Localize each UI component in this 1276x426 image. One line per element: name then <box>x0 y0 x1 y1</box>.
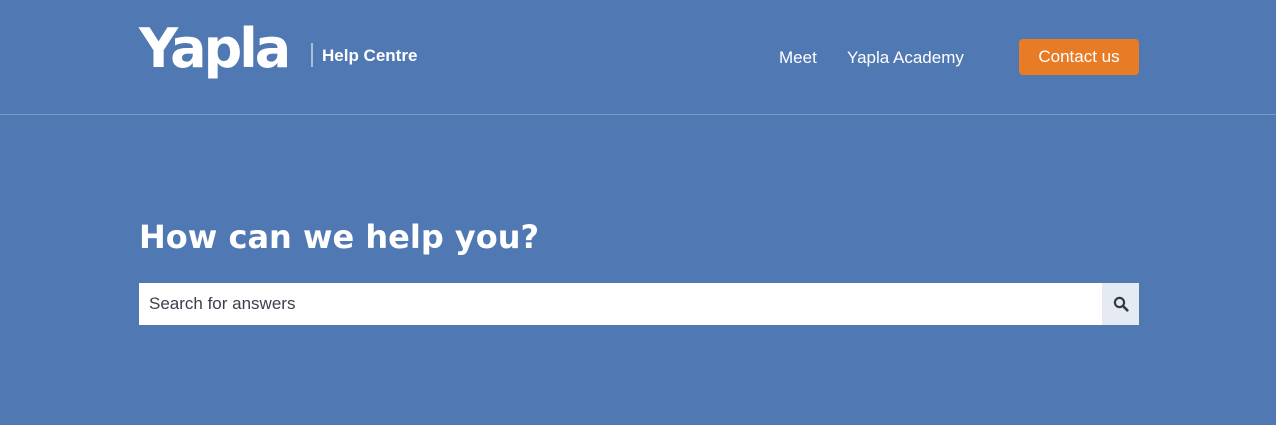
hero-section: Yapla Help Centre Meet Yapla Academy Con… <box>0 0 1276 425</box>
help-centre-label: Help Centre <box>322 46 418 65</box>
logo-divider <box>311 43 313 67</box>
search-input[interactable] <box>139 283 1102 325</box>
yapla-logo[interactable]: Yapla <box>139 22 291 76</box>
nav-link-meet[interactable]: Meet <box>779 48 817 68</box>
nav-link-yapla-academy[interactable]: Yapla Academy <box>847 48 964 68</box>
search-bar <box>139 283 1139 325</box>
site-header: Yapla Help Centre Meet Yapla Academy Con… <box>0 0 1276 115</box>
contact-us-button[interactable]: Contact us <box>1019 39 1139 75</box>
search-icon <box>1113 296 1129 312</box>
search-button[interactable] <box>1102 283 1139 325</box>
page-title: How can we help you? <box>139 218 540 256</box>
